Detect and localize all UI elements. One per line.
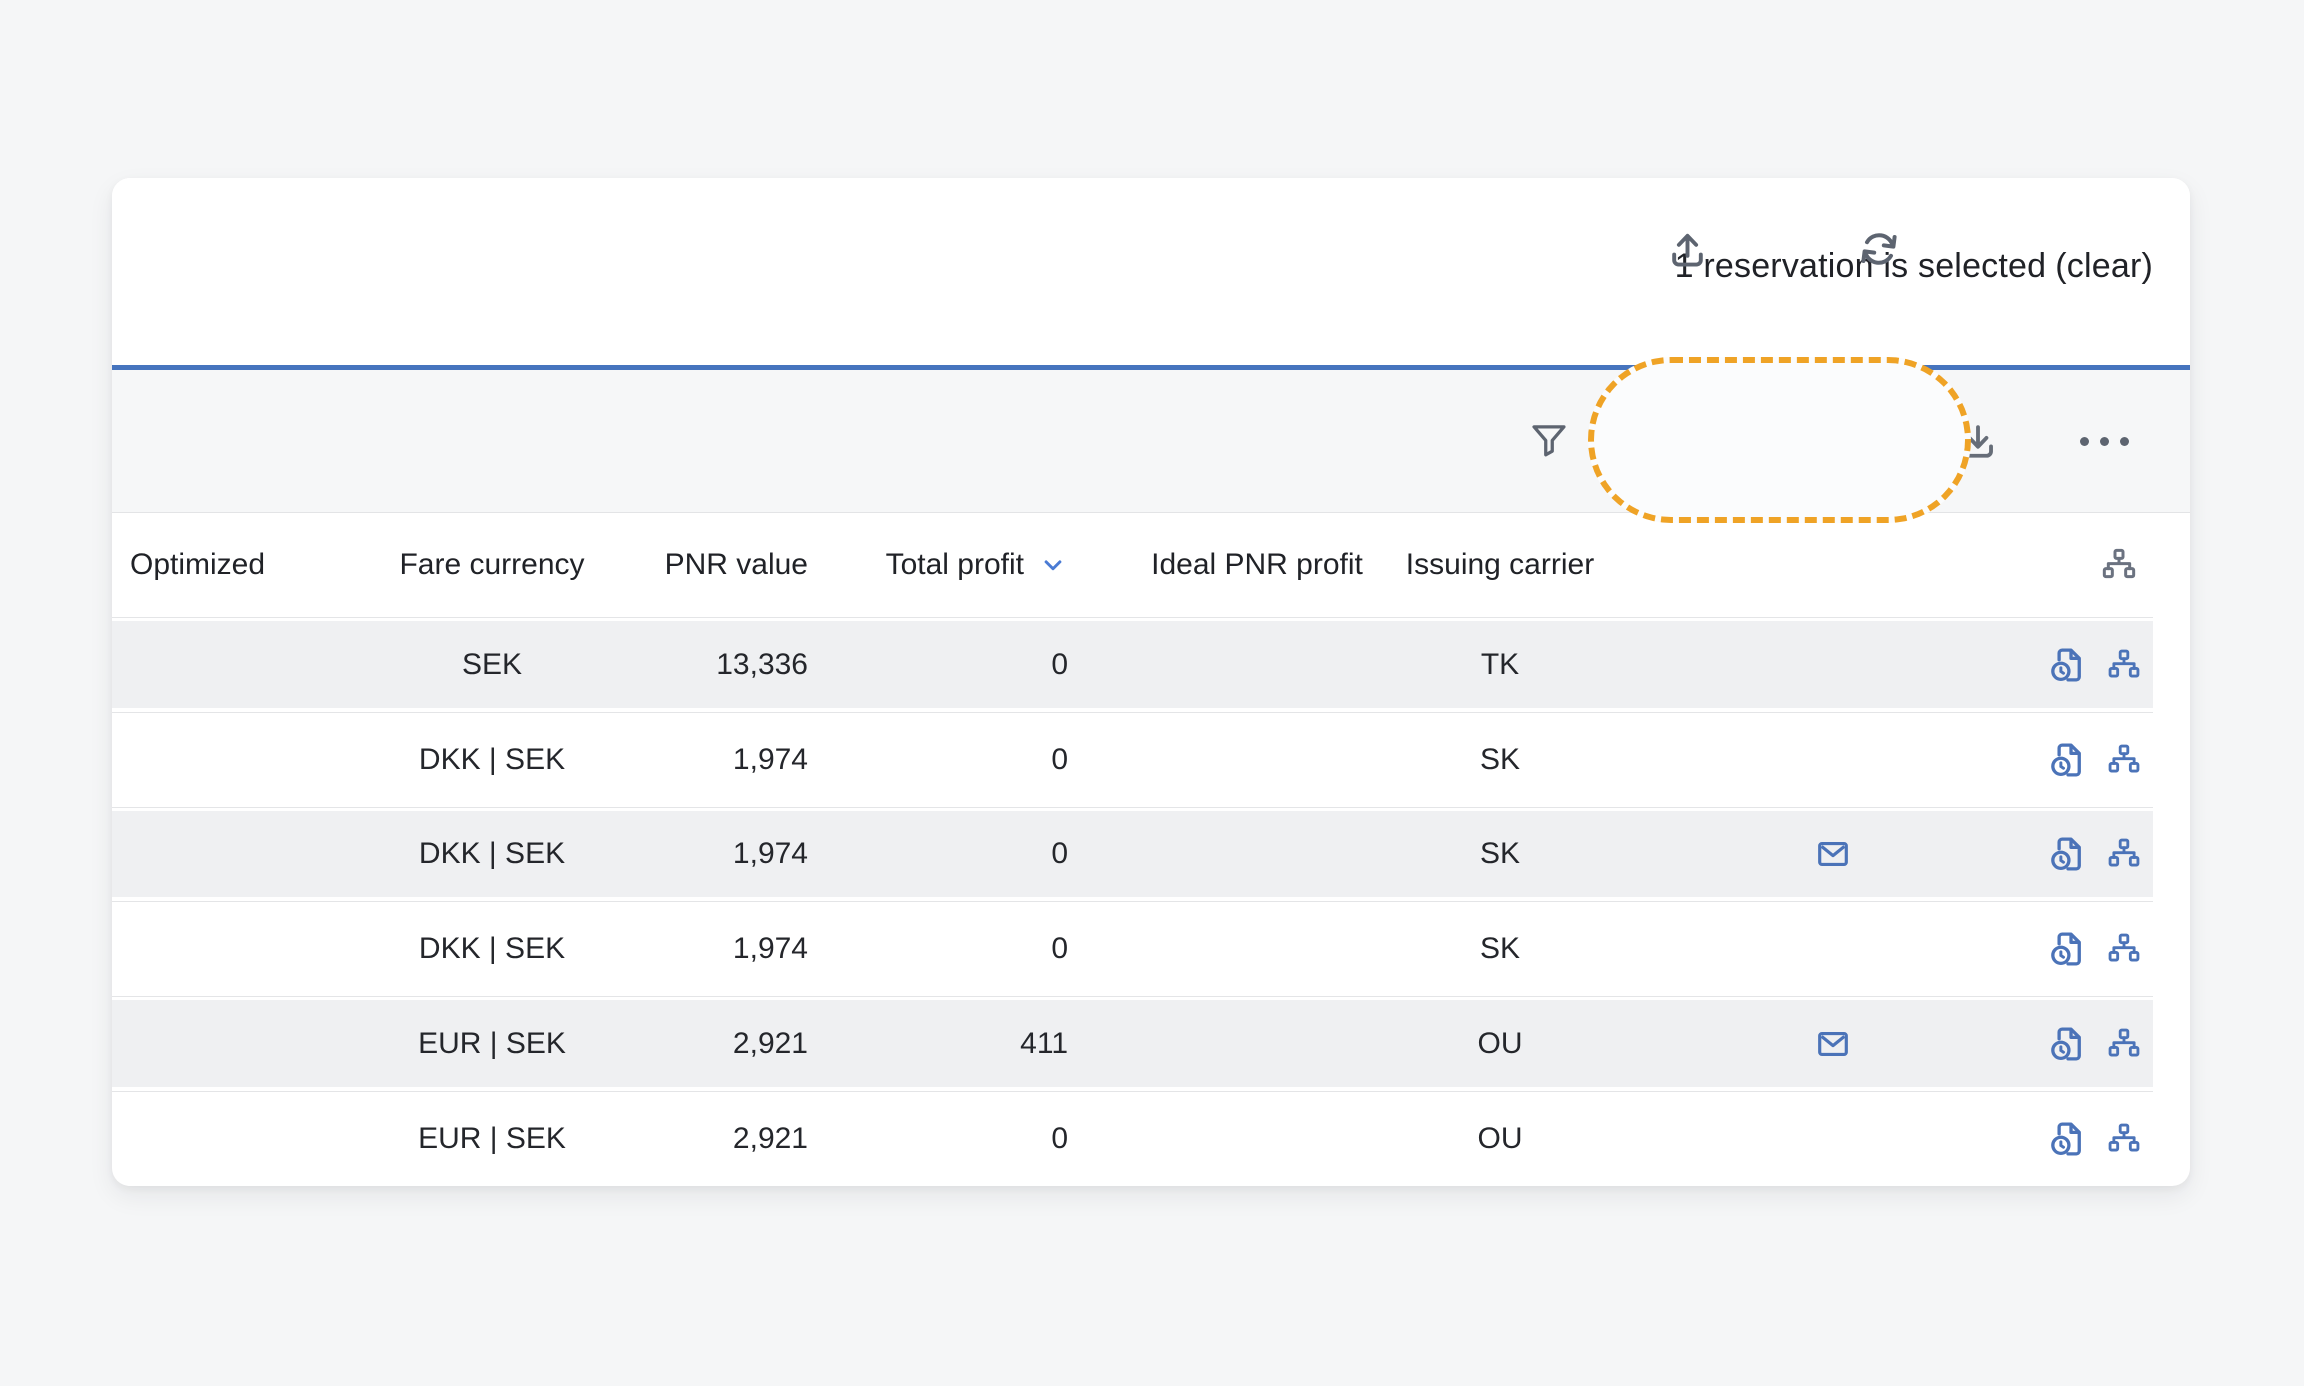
sitemap-icon[interactable] xyxy=(2105,930,2143,968)
history-document-icon[interactable] xyxy=(2046,1118,2088,1160)
email-indicator[interactable] xyxy=(1790,997,1876,1091)
sitemap-icon[interactable] xyxy=(2105,646,2143,684)
row-actions xyxy=(2044,1092,2144,1186)
issuing-carrier-cell: SK xyxy=(1400,713,1600,807)
row-actions xyxy=(2044,902,2144,996)
fare-currency-cell: EUR | SEK xyxy=(362,1092,622,1186)
column-header-ideal-pnr-profit[interactable]: Ideal PNR profit xyxy=(1112,513,1402,617)
pnr-value-cell: 1,974 xyxy=(612,808,808,902)
refresh-button[interactable] xyxy=(1853,178,1905,320)
total-profit-cell: 411 xyxy=(868,997,1068,1091)
pnr-value-cell: 13,336 xyxy=(612,618,808,712)
table-row[interactable]: DKK | SEK 1,974 0 SK xyxy=(112,712,2153,807)
selection-status: 1 reservation is selected (clear) xyxy=(1675,178,2153,354)
refresh-icon xyxy=(1855,225,1903,273)
table-header-row: Optimized Fare currency PNR value Total … xyxy=(112,513,2153,617)
history-document-icon[interactable] xyxy=(2046,928,2088,970)
table-row[interactable]: EUR | SEK 2,921 411 OU xyxy=(112,996,2153,1091)
issuing-carrier-cell: SK xyxy=(1400,902,1600,996)
sitemap-icon[interactable] xyxy=(2105,1120,2143,1158)
table-row[interactable]: DKK | SEK 1,974 0 SK xyxy=(112,901,2153,996)
row-actions xyxy=(2044,808,2144,902)
email-indicator xyxy=(1790,713,1876,807)
table-row[interactable]: DKK | SEK 1,974 0 SK xyxy=(112,807,2153,902)
sitemap-icon[interactable] xyxy=(2105,835,2143,873)
total-profit-cell: 0 xyxy=(868,902,1068,996)
table-row[interactable]: SEK 13,336 0 TK xyxy=(112,617,2153,712)
issuing-carrier-cell: OU xyxy=(1400,997,1600,1091)
email-indicator xyxy=(1790,1092,1876,1186)
column-header-optimized[interactable]: Optimized xyxy=(130,513,280,617)
history-document-icon[interactable] xyxy=(2046,833,2088,875)
pnr-value-cell: 2,921 xyxy=(612,1092,808,1186)
highlight-capsule xyxy=(1588,357,1971,523)
history-document-icon[interactable] xyxy=(2046,1023,2088,1065)
row-actions xyxy=(2044,618,2144,712)
total-profit-cell: 0 xyxy=(868,808,1068,902)
more-options-button[interactable] xyxy=(2078,370,2130,512)
total-profit-cell: 0 xyxy=(868,713,1068,807)
reservations-panel: 1 reservation is selected (clear) xyxy=(112,178,2190,1186)
column-header-pnr-value[interactable]: PNR value xyxy=(612,513,808,617)
pnr-value-cell: 1,974 xyxy=(612,713,808,807)
sitemap-icon[interactable] xyxy=(2105,1025,2143,1063)
issuing-carrier-cell: TK xyxy=(1400,618,1600,712)
history-document-icon[interactable] xyxy=(2046,644,2088,686)
row-actions xyxy=(2044,997,2144,1091)
filter-icon xyxy=(1526,418,1572,464)
upload-icon xyxy=(1664,226,1711,273)
column-header-fare-currency[interactable]: Fare currency xyxy=(362,513,622,617)
upload-button[interactable] xyxy=(1661,178,1713,320)
envelope-icon xyxy=(1814,835,1852,873)
sort-chevron-down-icon xyxy=(1038,550,1068,580)
fare-currency-cell: DKK | SEK xyxy=(362,713,622,807)
history-document-icon[interactable] xyxy=(2046,739,2088,781)
pnr-value-cell: 1,974 xyxy=(612,902,808,996)
column-header-hierarchy[interactable] xyxy=(2096,513,2142,617)
fare-currency-cell: DKK | SEK xyxy=(362,808,622,902)
sitemap-icon xyxy=(2099,545,2139,585)
table-row[interactable]: EUR | SEK 2,921 0 OU xyxy=(112,1091,2153,1186)
email-indicator[interactable] xyxy=(1790,808,1876,902)
row-actions xyxy=(2044,713,2144,807)
filter-button[interactable] xyxy=(1523,370,1575,512)
fare-currency-cell: DKK | SEK xyxy=(362,902,622,996)
column-header-issuing-carrier[interactable]: Issuing carrier xyxy=(1400,513,1600,617)
email-indicator xyxy=(1790,618,1876,712)
table-body: SEK 13,336 0 TK DKK | SEK 1,974 0 SK xyxy=(112,617,2153,1186)
pnr-value-cell: 2,921 xyxy=(612,997,808,1091)
sitemap-icon[interactable] xyxy=(2105,741,2143,779)
column-header-total-profit[interactable]: Total profit xyxy=(868,513,1068,617)
envelope-icon xyxy=(1814,1025,1852,1063)
email-indicator xyxy=(1790,902,1876,996)
total-profit-cell: 0 xyxy=(868,1092,1068,1186)
issuing-carrier-cell: OU xyxy=(1400,1092,1600,1186)
issuing-carrier-cell: SK xyxy=(1400,808,1600,902)
fare-currency-cell: SEK xyxy=(362,618,622,712)
fare-currency-cell: EUR | SEK xyxy=(362,997,622,1091)
total-profit-cell: 0 xyxy=(868,618,1068,712)
clear-selection-link[interactable]: (clear) xyxy=(2055,247,2153,286)
ellipsis-icon xyxy=(2080,437,2129,446)
